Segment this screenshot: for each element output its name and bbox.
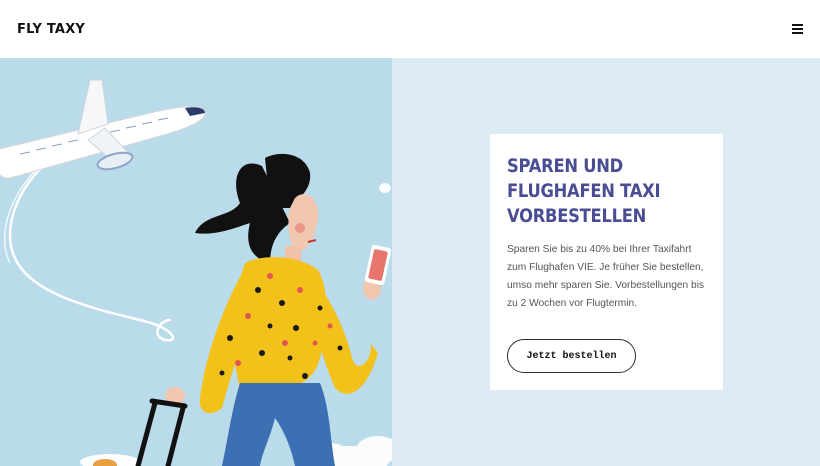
suitcase-icon [135,398,188,466]
promo-title-line: VORBESTELLEN [507,205,647,227]
site-logo[interactable]: FLY TAXY [17,22,85,37]
promo-title-line: FLUGHAFEN TAXI [507,180,661,202]
site-header: FLY TAXY [0,0,820,58]
order-now-button[interactable]: Jetzt bestellen [507,339,636,373]
promo-description: Sparen Sie bis zu 40% bei Ihrer Taxifahr… [507,244,705,309]
promo-title-line: SPAREN UND [507,155,623,177]
hamburger-menu-icon[interactable] [792,22,806,36]
plane-trail [8,151,175,342]
airplane-icon [0,79,206,179]
promo-card: SPAREN UND FLUGHAFEN TAXI VORBESTELLEN S… [490,134,723,390]
promo-title: SPAREN UND FLUGHAFEN TAXI VORBESTELLEN [507,154,705,229]
woman-illustration [165,153,392,466]
illustration-svg [0,79,392,466]
hero-illustration [0,58,392,466]
